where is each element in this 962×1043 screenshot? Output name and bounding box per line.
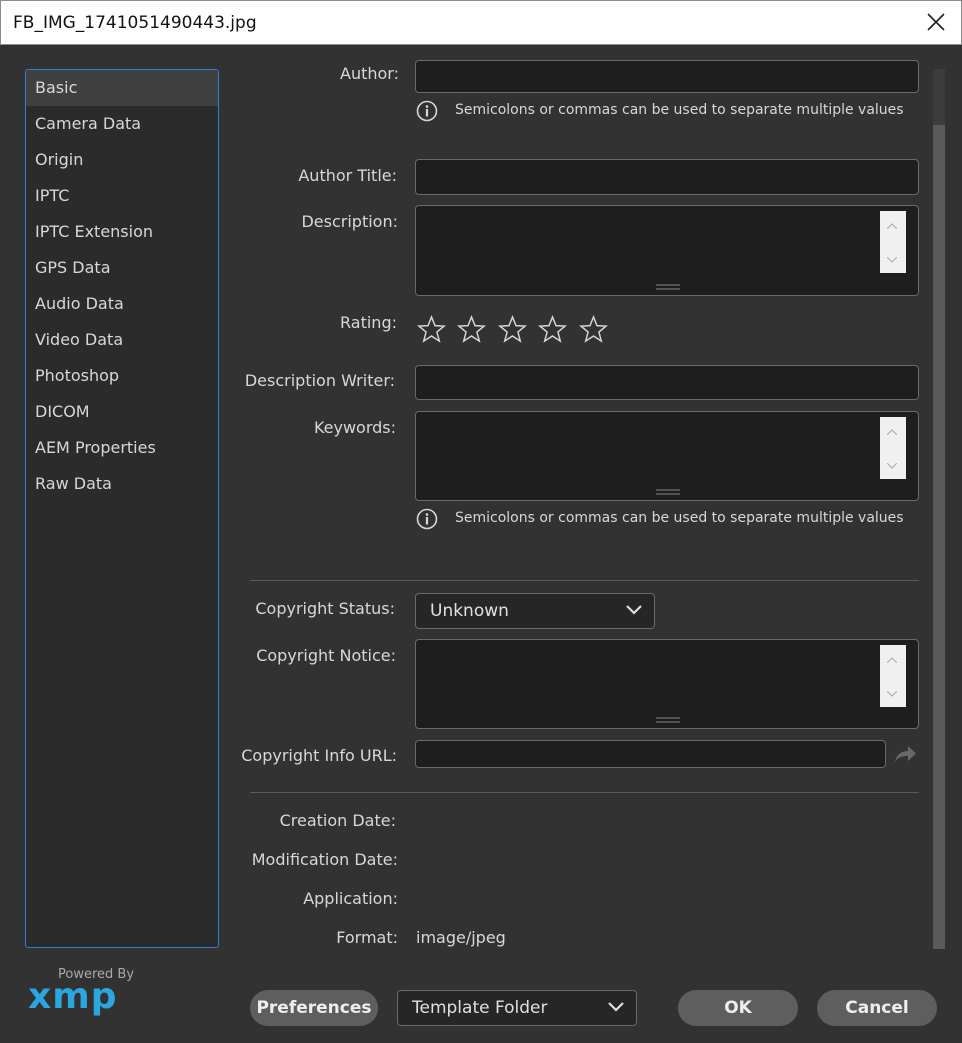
sidebar-item-gps-data[interactable]: GPS Data bbox=[26, 250, 218, 286]
keywords-label: Keywords: bbox=[313, 418, 396, 437]
copyright-status-dropdown[interactable]: Unknown bbox=[415, 593, 655, 629]
author-label: Author: bbox=[340, 64, 399, 83]
close-icon[interactable] bbox=[925, 11, 947, 33]
sidebar-item-raw-data[interactable]: Raw Data bbox=[26, 466, 218, 502]
sidebar-item-origin[interactable]: Origin bbox=[26, 142, 218, 178]
scroll-up-icon[interactable] bbox=[887, 223, 897, 229]
star-icon[interactable] bbox=[578, 315, 608, 344]
keywords-hint: Semicolons or commas can be used to sepa… bbox=[455, 510, 904, 526]
format-label: Format: bbox=[336, 928, 398, 947]
sidebar-item-basic[interactable]: Basic bbox=[26, 70, 218, 106]
sidebar-item-dicom[interactable]: DICOM bbox=[26, 394, 218, 430]
sidebar-item-iptc-extension[interactable]: IPTC Extension bbox=[26, 214, 218, 250]
format-value: image/jpeg bbox=[416, 928, 506, 947]
go-to-url-icon[interactable] bbox=[893, 744, 917, 764]
copyright-status-value: Unknown bbox=[430, 601, 509, 621]
copyright-url-field[interactable] bbox=[415, 740, 886, 768]
modification-date-label: Modification Date: bbox=[251, 850, 398, 869]
copyright-url-label: Copyright Info URL: bbox=[241, 746, 397, 765]
info-icon bbox=[416, 100, 438, 122]
description-writer-field[interactable] bbox=[415, 365, 919, 400]
title-bar: FB_IMG_1741051490443.jpg bbox=[0, 0, 962, 45]
scroll-up-icon[interactable] bbox=[887, 429, 897, 435]
author-field[interactable] bbox=[415, 60, 919, 93]
xmp-logo-text: xmp bbox=[28, 976, 118, 1017]
template-folder-label: Template Folder bbox=[412, 998, 548, 1018]
window-title: FB_IMG_1741051490443.jpg bbox=[13, 13, 257, 33]
star-icon[interactable] bbox=[538, 315, 568, 344]
xmp-logo: Powered By xmp bbox=[28, 967, 138, 1017]
sidebar-item-photoshop[interactable]: Photoshop bbox=[26, 358, 218, 394]
sidebar-item-aem-properties[interactable]: AEM Properties bbox=[26, 430, 218, 466]
description-writer-label: Description Writer: bbox=[244, 371, 395, 390]
copyright-notice-label: Copyright Notice: bbox=[256, 646, 396, 665]
application-label: Application: bbox=[303, 889, 398, 908]
keywords-scrollbar[interactable] bbox=[880, 417, 906, 479]
sidebar-item-camera-data[interactable]: Camera Data bbox=[26, 106, 218, 142]
copyright-notice-field[interactable] bbox=[415, 639, 919, 729]
rating-stars bbox=[417, 315, 615, 349]
star-icon[interactable] bbox=[497, 315, 527, 344]
section-divider bbox=[250, 792, 919, 793]
sidebar-item-iptc[interactable]: IPTC bbox=[26, 178, 218, 214]
main-scrollbar-thumb[interactable] bbox=[933, 125, 945, 949]
author-title-label: Author Title: bbox=[298, 166, 397, 185]
main-scrollbar[interactable] bbox=[933, 69, 945, 949]
author-title-field[interactable] bbox=[415, 159, 919, 195]
description-label: Description: bbox=[301, 212, 398, 231]
scroll-down-icon[interactable] bbox=[887, 691, 897, 697]
resize-grip-icon[interactable] bbox=[656, 284, 680, 290]
copyright-status-label: Copyright Status: bbox=[255, 599, 395, 618]
scroll-down-icon[interactable] bbox=[887, 463, 897, 469]
copyright-notice-scrollbar[interactable] bbox=[880, 645, 906, 707]
chevron-down-icon bbox=[626, 605, 642, 615]
author-hint: Semicolons or commas can be used to sepa… bbox=[455, 102, 904, 118]
description-scrollbar[interactable] bbox=[880, 211, 906, 273]
rating-label: Rating: bbox=[340, 313, 397, 332]
star-icon[interactable] bbox=[417, 315, 446, 344]
template-folder-dropdown[interactable]: Template Folder bbox=[397, 990, 637, 1026]
star-icon[interactable] bbox=[457, 315, 487, 344]
scroll-up-icon[interactable] bbox=[887, 657, 897, 663]
description-field[interactable] bbox=[415, 205, 919, 296]
scroll-down-icon[interactable] bbox=[887, 257, 897, 263]
preferences-button[interactable]: Preferences bbox=[250, 990, 378, 1026]
section-divider bbox=[250, 580, 919, 581]
chevron-down-icon bbox=[608, 1002, 624, 1012]
keywords-field[interactable] bbox=[415, 411, 919, 501]
cancel-button[interactable]: Cancel bbox=[817, 990, 937, 1026]
category-sidebar: Basic Camera Data Origin IPTC IPTC Exten… bbox=[25, 69, 219, 948]
sidebar-item-video-data[interactable]: Video Data bbox=[26, 322, 218, 358]
creation-date-label: Creation Date: bbox=[279, 811, 396, 830]
resize-grip-icon[interactable] bbox=[656, 489, 680, 495]
ok-button[interactable]: OK bbox=[678, 990, 798, 1026]
info-icon bbox=[416, 508, 438, 530]
sidebar-item-audio-data[interactable]: Audio Data bbox=[26, 286, 218, 322]
resize-grip-icon[interactable] bbox=[656, 717, 680, 723]
